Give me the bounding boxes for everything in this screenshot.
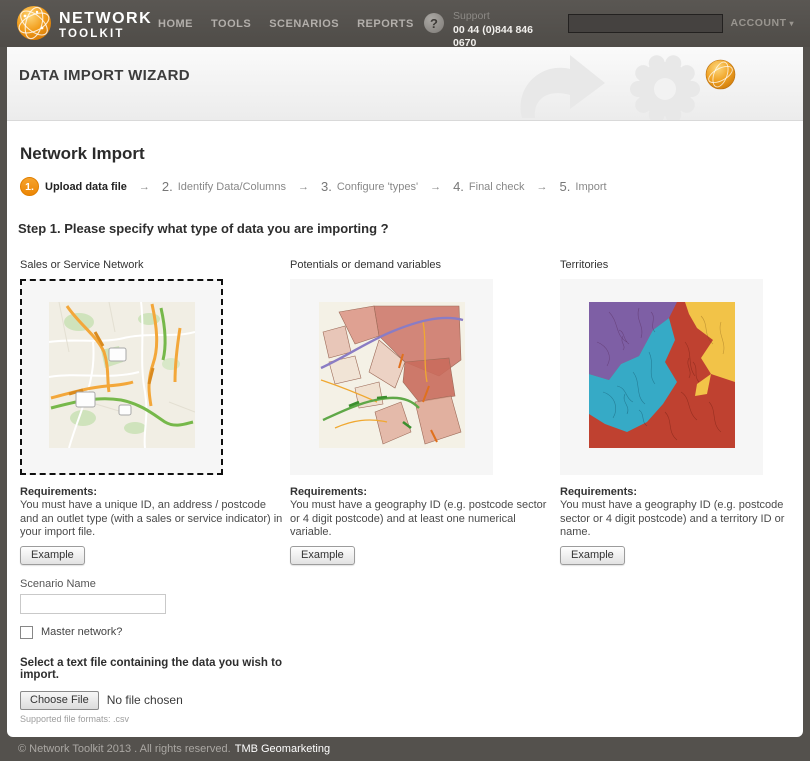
step-2-label: Identify Data/Columns <box>178 181 286 193</box>
nav-item-tools[interactable]: TOOLS <box>211 18 251 30</box>
support-block: Support 00 44 (0)844 846 0670 <box>453 9 548 50</box>
choose-file-button[interactable]: Choose File <box>20 691 99 710</box>
step-3-number: 3. <box>321 179 332 194</box>
step-5-label: Import <box>575 181 606 193</box>
option-heading: Sales or Service Network <box>20 259 290 271</box>
no-file-chosen-text: No file chosen <box>107 693 183 707</box>
example-button-potentials[interactable]: Example <box>290 546 355 565</box>
option-sales-network: Sales or Service Network <box>20 259 290 737</box>
step-4-label: Final check <box>469 181 525 193</box>
requirements-text: You must have a geography ID (e.g. postc… <box>560 499 797 540</box>
logo-line2: TOOLKIT <box>59 29 152 41</box>
master-network-label: Master network? <box>41 626 122 638</box>
copyright-text: © Network Toolkit 2013 . All rights rese… <box>18 743 231 755</box>
choropleth-map-image[interactable] <box>319 302 465 453</box>
wizard-step-1: 1. Upload data file <box>20 177 127 196</box>
arrow-icon: → <box>298 181 309 193</box>
topbar: NETWORK TOOLKIT HOME TOOLS SCENARIOS REP… <box>0 0 810 47</box>
scenario-name-input[interactable] <box>20 594 166 614</box>
master-network-checkbox[interactable] <box>20 626 33 639</box>
requirements-text: You must have a geography ID (e.g. postc… <box>290 499 549 540</box>
logo[interactable]: NETWORK TOOLKIT <box>15 4 152 47</box>
wizard-step-3: 3. Configure 'types' <box>321 179 418 194</box>
step-question: Step 1. Please specify what type of data… <box>18 221 797 236</box>
import-options: Sales or Service Network <box>13 259 797 737</box>
logo-text: NETWORK TOOLKIT <box>59 11 152 41</box>
nav-item-home[interactable]: HOME <box>158 18 193 30</box>
requirements-label: Requirements: <box>20 486 290 498</box>
option-potentials: Potentials or demand variables <box>290 259 560 737</box>
tmb-geomarketing-link[interactable]: TMB Geomarketing <box>235 743 330 755</box>
arrow-icon: → <box>537 181 548 193</box>
wizard-step-4: 4. Final check <box>453 179 524 194</box>
section-title: Network Import <box>20 144 797 164</box>
support-phone-line1: 00 44 (0)844 846 <box>453 24 533 36</box>
requirements-text: You must have a unique ID, an address / … <box>20 499 283 540</box>
territories-map-image[interactable] <box>589 302 735 453</box>
arrow-icon: → <box>139 181 150 193</box>
example-button-sales[interactable]: Example <box>20 546 85 565</box>
wizard-header: DATA IMPORT WIZARD <box>7 47 803 121</box>
example-button-territories[interactable]: Example <box>560 546 625 565</box>
supported-formats-note: Supported file formats: .csv <box>20 714 290 724</box>
wizard-steps: 1. Upload data file → 2. Identify Data/C… <box>20 177 797 196</box>
road-map-image[interactable] <box>49 302 195 453</box>
wizard-step-5: 5. Import <box>560 179 607 194</box>
wizard-step-2: 2. Identify Data/Columns <box>162 179 286 194</box>
logo-line1: NETWORK <box>59 11 152 27</box>
step-2-number: 2. <box>162 179 173 194</box>
main-nav: HOME TOOLS SCENARIOS REPORTS <box>158 0 414 47</box>
support-label: Support <box>453 10 490 22</box>
requirements-label: Requirements: <box>290 486 560 498</box>
requirements-label: Requirements: <box>560 486 797 498</box>
nav-item-reports[interactable]: REPORTS <box>357 18 414 30</box>
step-3-label: Configure 'types' <box>337 181 418 193</box>
globe-small-icon <box>705 59 736 95</box>
step-1-label: Upload data file <box>45 181 127 193</box>
nav-item-scenarios[interactable]: SCENARIOS <box>269 18 339 30</box>
step-4-number: 4. <box>453 179 464 194</box>
page-card: DATA IMPORT WIZARD <box>7 47 803 737</box>
search-input[interactable] <box>568 14 723 33</box>
option-heading: Potentials or demand variables <box>290 259 560 271</box>
file-prompt: Select a text file containing the data y… <box>20 657 290 681</box>
scenario-name-label: Scenario Name <box>20 578 290 590</box>
help-icon[interactable]: ? <box>424 13 444 33</box>
option-panel-potentials[interactable] <box>290 279 493 475</box>
chevron-down-icon: ▾ <box>789 19 794 28</box>
redo-arrow-icon <box>508 52 608 121</box>
footer: © Network Toolkit 2013 . All rights rese… <box>0 737 810 761</box>
step-5-number: 5. <box>560 179 571 194</box>
globe-logo-icon <box>15 4 53 47</box>
option-panel-sales-network[interactable] <box>20 279 223 475</box>
account-label: ACCOUNT <box>730 17 786 29</box>
import-form: Scenario Name Master network? Select a t… <box>20 578 290 738</box>
step-1-badge: 1. <box>20 177 39 196</box>
option-panel-territories[interactable] <box>560 279 763 475</box>
gear-icon <box>625 49 705 121</box>
option-territories: Territories <box>560 259 797 737</box>
page-title: DATA IMPORT WIZARD <box>19 67 190 84</box>
content: Network Import 1. Upload data file → 2. … <box>7 144 803 737</box>
account-menu[interactable]: ACCOUNT▾ <box>730 17 794 29</box>
arrow-icon: → <box>430 181 441 193</box>
option-heading: Territories <box>560 259 797 271</box>
